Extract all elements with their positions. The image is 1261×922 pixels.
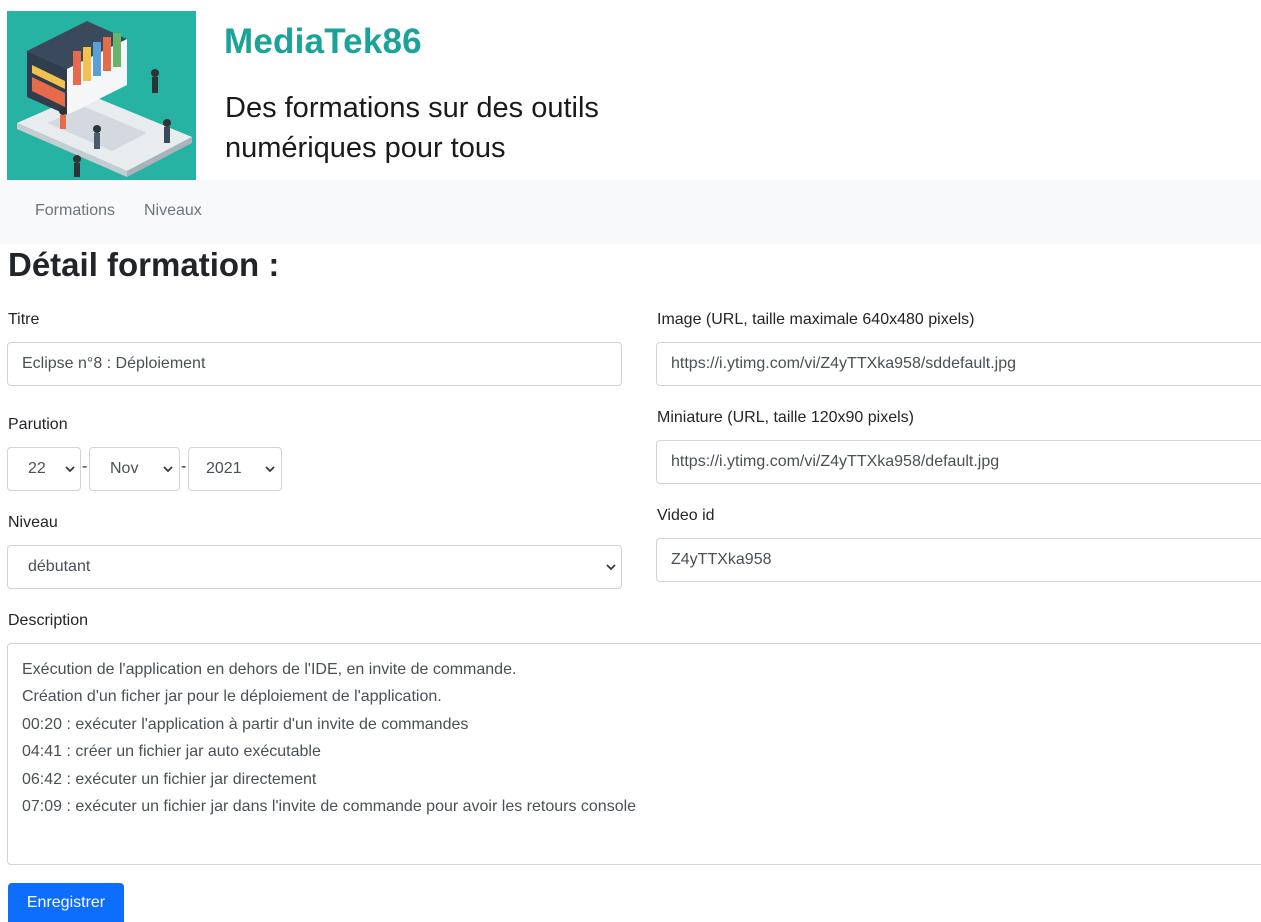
description-line: 00:20 : exécuter l'application à partir … [22, 715, 469, 733]
nav-link-niveaux[interactable]: Niveaux [144, 202, 202, 220]
chevron-down-icon [65, 466, 75, 473]
page-title: Détail formation : [8, 246, 280, 283]
parution-day-value: 22 [28, 460, 46, 477]
parution-year-value: 2021 [206, 460, 242, 477]
chevron-down-icon [606, 564, 616, 571]
tagline-line-1: Des formations sur des outils [225, 92, 599, 124]
tagline-line-2: numériques pour tous [225, 132, 506, 164]
parution-day-select[interactable]: 22 [7, 447, 81, 491]
site-tagline: Des formations sur des outils numériques… [225, 88, 745, 168]
miniature-label: Miniature (URL, taille 120x90 pixels) [657, 409, 914, 426]
parution-year-select[interactable]: 2021 [188, 447, 282, 491]
nav-link-formations[interactable]: Formations [35, 202, 115, 220]
parution-label: Parution [8, 416, 68, 433]
image-label: Image (URL, taille maximale 640x480 pixe… [657, 311, 975, 328]
miniature-url-input[interactable]: https://i.ytimg.com/vi/Z4yTTXka958/defau… [656, 440, 1261, 484]
description-line: 07:09 : exécuter un fichier jar dans l'i… [22, 798, 637, 816]
video-id-input[interactable]: Z4yTTXka958 [656, 538, 1261, 582]
description-textarea[interactable]: Exécution de l'application en dehors de … [7, 643, 1261, 865]
date-separator: - [82, 458, 88, 475]
niveau-select[interactable]: débutant [7, 545, 622, 589]
library-laptop-illustration-icon [7, 11, 196, 180]
description-line: 06:42 : exécuter un fichier jar directem… [22, 770, 317, 788]
description-line: Exécution de l'application en dehors de … [22, 661, 517, 678]
description-line: Création d'un ficher jar pour le déploie… [22, 688, 442, 706]
chevron-down-icon [163, 466, 173, 473]
titre-label: Titre [8, 311, 40, 328]
parution-month-select[interactable]: Nov [89, 447, 180, 491]
image-url-input[interactable]: https://i.ytimg.com/vi/Z4yTTXka958/sddef… [656, 342, 1261, 386]
parution-month-value: Nov [110, 460, 139, 477]
site-brand: MediaTek86 [224, 22, 422, 61]
description-line: 04:41 : créer un fichier jar auto exécut… [22, 743, 321, 761]
date-separator: - [181, 458, 187, 475]
description-label: Description [8, 612, 89, 629]
niveau-value: débutant [28, 558, 91, 575]
titre-input[interactable]: Eclipse n°8 : Déploiement [7, 342, 622, 386]
chevron-down-icon [265, 466, 275, 473]
video-id-label: Video id [657, 507, 715, 524]
save-button[interactable]: Enregistrer [8, 883, 124, 922]
niveau-label: Niveau [8, 514, 58, 531]
site-header: MediaTek86 Des formations sur des outils… [0, 0, 1261, 180]
logo [7, 11, 196, 180]
